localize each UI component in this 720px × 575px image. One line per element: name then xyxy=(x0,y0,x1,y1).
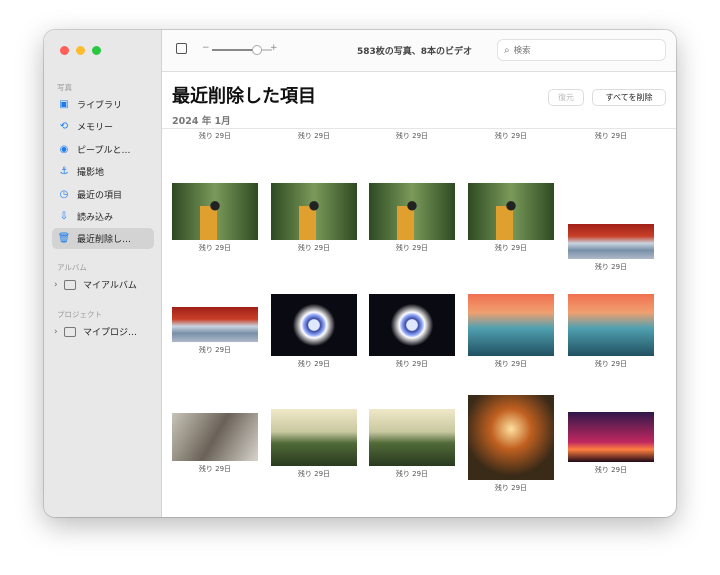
days-remaining-label: 残り 29日 xyxy=(297,244,331,252)
section-photos: 写真 xyxy=(57,83,72,92)
photo-thumbnail-tree[interactable] xyxy=(568,412,654,462)
restore-button[interactable]: 復元 xyxy=(548,89,584,106)
zoom-button[interactable] xyxy=(92,46,101,55)
chevron-right-icon[interactable]: › xyxy=(54,280,64,290)
label: マイプロジ… xyxy=(83,328,138,338)
days-remaining-label: 残り 29日 xyxy=(594,132,628,140)
sidebar-item-label: 最近削除し… xyxy=(77,235,132,246)
zoom-out-button[interactable]: − xyxy=(202,43,210,53)
zoom-in-button[interactable]: + xyxy=(270,43,278,53)
zoom-slider-thumb[interactable] xyxy=(252,45,262,55)
sidebar-item-label: ライブラリ xyxy=(77,101,123,111)
photo-thumbnail-mountains[interactable] xyxy=(468,294,554,356)
chevron-right-icon[interactable]: › xyxy=(54,327,64,337)
minimize-button[interactable] xyxy=(76,46,85,55)
sidebar-item-my-albums[interactable]: › マイアルバム xyxy=(54,278,137,291)
days-remaining-label: 残り 29日 xyxy=(494,244,528,252)
label: マイアルバム xyxy=(83,281,137,291)
days-remaining-label: 残り 29日 xyxy=(494,132,528,140)
photo-thumbnail-fuji[interactable] xyxy=(568,224,654,259)
photo-thumbnail-mountains[interactable] xyxy=(568,294,654,356)
folder-icon xyxy=(64,279,76,290)
photo-thumbnail-fuji[interactable] xyxy=(172,307,258,342)
days-remaining-label: 残り 29日 xyxy=(198,244,232,252)
days-remaining-label: 残り 29日 xyxy=(594,466,628,474)
sidebar-item-0[interactable]: ▣ ライブラリ xyxy=(52,94,154,115)
sidebar-item-3[interactable]: ⚓ 撮影地 xyxy=(52,161,154,182)
library-icon: ▣ xyxy=(59,99,69,110)
photo-thumbnail-grass[interactable] xyxy=(369,409,455,466)
days-remaining-label: 残り 29日 xyxy=(297,470,331,478)
close-button[interactable] xyxy=(60,46,69,55)
sidebar-item-label: メモリー xyxy=(77,123,114,134)
page-title: 最近削除した項目 xyxy=(172,86,316,107)
photo-thumbnail-fox[interactable] xyxy=(468,395,554,480)
section-albums: アルバム xyxy=(57,263,87,272)
photo-thumbnail-camera[interactable] xyxy=(468,183,554,240)
delete-all-button[interactable]: すべてを削除 xyxy=(592,89,666,106)
trash-icon: 🗑 xyxy=(57,233,71,245)
sidebar-item-label: ピープルと… xyxy=(77,145,131,156)
days-remaining-label: 残り 29日 xyxy=(395,360,429,368)
sidebar-item-label: 読み込み xyxy=(77,213,114,223)
days-remaining-label: 残り 29日 xyxy=(395,470,429,478)
photo-thumbnail-smoke[interactable] xyxy=(172,413,258,461)
photo-grid: 残り 29日 残り 29日 残り 29日 残り 29日 残り 29日 残り 29日 残り 2… xyxy=(162,128,676,517)
people-icon: ◉ xyxy=(59,143,69,155)
sidebar-item-label: 撮影地 xyxy=(77,168,105,179)
photo-thumbnail-grass[interactable] xyxy=(271,409,357,466)
sidebar-item-label: 最近の項目 xyxy=(77,190,123,201)
photo-thumbnail-rings[interactable] xyxy=(271,294,357,356)
memories-icon: ⟲ xyxy=(59,121,69,133)
sidebar-item-1[interactable]: ⟲ メモリー xyxy=(52,116,154,137)
date-heading: 2024 年 1月 xyxy=(172,116,231,127)
photo-thumbnail-camera[interactable] xyxy=(271,183,357,240)
aspect-toggle-icon[interactable] xyxy=(176,43,187,54)
days-remaining-label: 残り 29日 xyxy=(494,360,528,368)
sidebar: 写真 ▣ ライブラリ ⟲ メモリー ◉ ピープルと… ⚓ 撮影地 ◷ 最近の項目 ⇩ 読み込み 🗑 最近削… xyxy=(44,30,162,517)
days-remaining-label: 残り 29日 xyxy=(297,360,331,368)
sidebar-item-6[interactable]: 🗑 最近削除し… xyxy=(52,228,154,250)
recents-icon: ◷ xyxy=(59,188,69,200)
days-remaining-label: 残り 29日 xyxy=(594,360,628,368)
sidebar-item-4[interactable]: ◷ 最近の項目 xyxy=(52,184,154,205)
section-projects: プロジェクト xyxy=(57,310,102,319)
days-remaining-label: 残り 29日 xyxy=(494,484,528,492)
days-remaining-label: 残り 29日 xyxy=(594,263,628,271)
imports-icon: ⇩ xyxy=(59,211,69,222)
search-field[interactable]: ⌕ xyxy=(497,39,666,61)
photo-thumbnail-camera[interactable] xyxy=(369,183,455,240)
days-remaining-label: 残り 29日 xyxy=(297,132,331,140)
days-remaining-label: 残り 29日 xyxy=(198,465,232,473)
days-remaining-label: 残り 29日 xyxy=(198,132,232,140)
days-remaining-label: 残り 29日 xyxy=(395,244,429,252)
places-icon: ⚓ xyxy=(59,166,69,178)
photo-thumbnail-rings[interactable] xyxy=(369,294,455,356)
toolbar: − + 583枚の写真、8本のビデオ ⌕ xyxy=(162,30,676,72)
sidebar-item-2[interactable]: ◉ ピープルと… xyxy=(52,139,154,160)
search-input[interactable] xyxy=(513,45,654,55)
zoom-slider[interactable] xyxy=(212,45,272,55)
photos-window: 写真 ▣ ライブラリ ⟲ メモリー ◉ ピープルと… ⚓ 撮影地 ◷ 最近の項目 ⇩ 読み込み 🗑 最近削… xyxy=(44,30,676,517)
photo-thumbnail-camera[interactable] xyxy=(172,183,258,240)
days-remaining-label: 残り 29日 xyxy=(395,132,429,140)
search-icon: ⌕ xyxy=(504,44,510,56)
item-count: 583枚の写真、8本のビデオ xyxy=(357,47,473,57)
folder-icon xyxy=(64,326,76,337)
sidebar-item-5[interactable]: ⇩ 読み込み xyxy=(52,206,154,227)
days-remaining-label: 残り 29日 xyxy=(198,346,232,354)
sidebar-item-my-projects[interactable]: › マイプロジ… xyxy=(54,325,137,338)
